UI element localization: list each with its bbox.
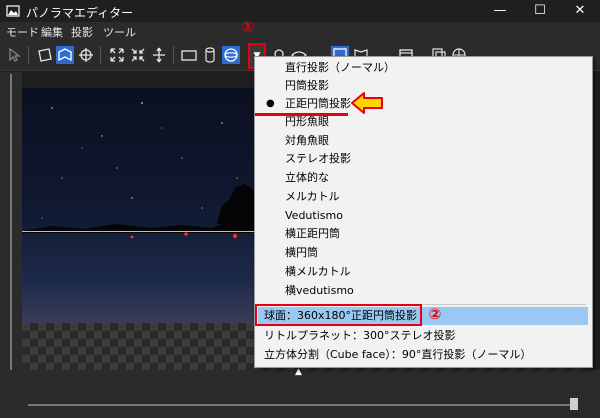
fit-icon[interactable] <box>108 46 126 64</box>
bottom-panel: ▲ <box>0 367 600 418</box>
horizontal-slider-thumb[interactable] <box>570 398 578 410</box>
annotation-highlight-box <box>255 304 422 326</box>
menu-tools[interactable]: ツール <box>103 24 136 40</box>
menu-item-label: 横メルカトル <box>285 265 351 278</box>
toolbar-separator <box>173 46 174 64</box>
menu-mode[interactable]: モード <box>6 24 39 40</box>
minimize-button[interactable]: — <box>480 0 520 22</box>
toolbar-separator <box>28 46 29 64</box>
left-pane <box>0 72 22 418</box>
cylinder-icon[interactable] <box>201 46 219 64</box>
collapse-caret-icon[interactable]: ▲ <box>295 367 302 377</box>
vertical-slider-track[interactable] <box>10 74 12 390</box>
menu-item-mercator[interactable]: メルカトル <box>258 188 588 206</box>
close-button[interactable]: ✕ <box>560 0 600 22</box>
menu-item-transverse-vedutismo[interactable]: 横vedutismo <box>258 282 588 300</box>
menu-item-label: ステレオ投影 <box>285 152 351 165</box>
menu-item-label: 立方体分割（Cube face）：90°直行投影（ノーマル） <box>264 348 532 361</box>
window-title: パノラマエディター <box>26 6 134 20</box>
app-icon <box>6 4 20 18</box>
menu-item-diagonal-fisheye[interactable]: 対角魚眼 <box>258 132 588 150</box>
sphere-icon[interactable] <box>222 46 240 64</box>
menu-item-stereoscopic[interactable]: 立体的な <box>258 169 588 187</box>
menu-item-label: 横正距円筒 <box>285 227 340 240</box>
menu-item-label: 直行投影（ノーマル） <box>285 61 395 74</box>
preset-little-planet[interactable]: リトルプラネット：300°ステレオ投影 <box>258 327 588 345</box>
menu-item-transverse-cylindrical[interactable]: 横円筒 <box>258 244 588 262</box>
maximize-button[interactable]: ☐ <box>520 0 560 22</box>
menu-item-transverse-equirectangular[interactable]: 横正距円筒 <box>258 225 588 243</box>
horizontal-slider-track[interactable] <box>28 404 576 406</box>
menu-item-label: 立体的な <box>285 171 329 184</box>
menu-item-label: 横円筒 <box>285 246 318 259</box>
menu-item-label: メルカトル <box>285 190 340 203</box>
menu-item-label: 円筒投影 <box>285 79 329 92</box>
menu-item-cylindrical[interactable]: 円筒投影 <box>258 77 588 95</box>
compress-icon[interactable] <box>129 46 147 64</box>
menu-item-label: 横vedutismo <box>285 284 354 297</box>
menu-item-stereographic[interactable]: ステレオ投影 <box>258 150 588 168</box>
menu-item-label: 正距円筒投影 <box>285 97 351 110</box>
rectilinear-icon[interactable] <box>36 46 54 64</box>
toolbar-separator <box>100 46 101 64</box>
rectangle-icon[interactable] <box>180 46 198 64</box>
menu-item-label: Vedutismo <box>285 209 343 222</box>
move-icon[interactable] <box>150 46 168 64</box>
menu-projection[interactable]: 投影 <box>71 24 93 40</box>
annotation-marker-2: ② <box>428 305 442 323</box>
annotation-underline <box>255 113 348 116</box>
preset-cube-face[interactable]: 立方体分割（Cube face）：90°直行投影（ノーマル） <box>258 346 588 364</box>
menu-item-label: リトルプラネット：300°ステレオ投影 <box>264 329 456 342</box>
menu-item-rectilinear[interactable]: 直行投影（ノーマル） <box>258 59 588 77</box>
select-icon[interactable] <box>6 46 24 64</box>
menu-bar: モード 編集 投影 ツール <box>0 22 600 40</box>
menu-edit[interactable]: 編集 <box>41 24 63 40</box>
menu-item-label: 対角魚眼 <box>285 134 329 147</box>
annotation-arrow-icon <box>351 92 383 114</box>
menu-item-vedutismo[interactable]: Vedutismo <box>258 207 588 225</box>
annotation-marker-1: ① <box>241 18 255 36</box>
menu-item-transverse-mercator[interactable]: 横メルカトル <box>258 263 588 281</box>
menu-item-equirectangular[interactable]: ● 正距円筒投影 <box>258 95 588 113</box>
crosshair-icon[interactable] <box>77 46 95 64</box>
mosaic-icon[interactable] <box>56 46 74 64</box>
selected-dot-icon: ● <box>266 98 275 109</box>
title-bar: パノラマエディター — ☐ ✕ <box>0 0 600 22</box>
